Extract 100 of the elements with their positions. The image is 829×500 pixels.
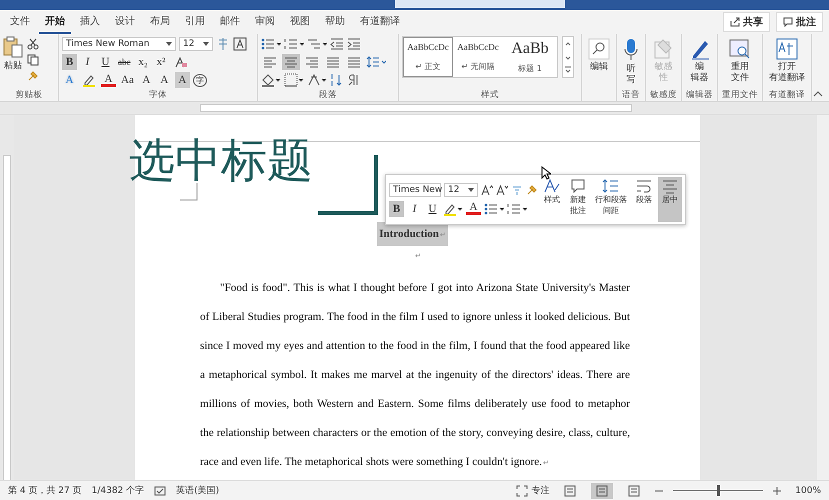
numbering-icon[interactable] (284, 37, 304, 51)
new-comment-button[interactable]: 新建 批注 (566, 177, 590, 222)
ribbon-tab[interactable]: 布局 (144, 10, 176, 34)
bold-button[interactable]: B (62, 54, 77, 70)
center-button[interactable]: 居中 (658, 177, 682, 222)
asian-layout-icon[interactable] (307, 73, 327, 87)
editor-button[interactable]: 编 辑器 (686, 36, 712, 86)
copy-icon[interactable] (27, 54, 39, 66)
character-border-icon[interactable] (233, 37, 247, 51)
paste-button[interactable]: 粘贴 (3, 36, 23, 72)
style-option[interactable]: AaBb 标题 1 (503, 37, 557, 77)
line-spacing-button[interactable]: 行和段落 间距 (592, 177, 630, 222)
font-size-dropdown[interactable]: 12 (179, 37, 213, 51)
share-icon (730, 17, 740, 27)
comments-button[interactable]: 批注 (776, 12, 823, 32)
grow-font-button[interactable]: A (138, 72, 154, 88)
group-label: 重用文件 (722, 89, 758, 101)
format-painter-icon[interactable] (27, 70, 39, 82)
zoom-level[interactable]: 100% (795, 486, 821, 496)
group-label: 段落 (319, 89, 337, 101)
paragraph-button[interactable]: 段落 (632, 177, 656, 222)
font-name-dropdown[interactable]: Times New Roman (62, 37, 176, 51)
style-option[interactable]: AaBbCcDc ↵ 正文 (403, 37, 453, 77)
decrease-indent-icon[interactable] (330, 37, 344, 51)
style-name: ↵ 无间隔 (461, 61, 495, 72)
shrink-font-button[interactable]: A (156, 72, 172, 88)
font-name-dropdown[interactable]: Times New (389, 182, 441, 196)
reuse-files-button[interactable]: 重用 文件 (727, 36, 753, 86)
subscript-button[interactable]: x₂ (136, 54, 150, 70)
group-label: 编辑器 (686, 89, 713, 101)
highlighter-icon[interactable] (443, 202, 463, 216)
group-label: 样式 (481, 89, 499, 101)
focus-button[interactable]: 专注 (516, 484, 550, 497)
zoom-in-icon[interactable] (773, 486, 782, 494)
group-label: 有道翻译 (769, 89, 805, 101)
style-option[interactable]: AaBbCcDc ↵ 无间隔 (453, 37, 503, 77)
document-search-icon (729, 38, 751, 60)
underline-button[interactable]: U (425, 200, 440, 216)
editing-button[interactable]: 编辑 (586, 36, 612, 75)
align-center-icon[interactable] (282, 54, 300, 70)
annotation-bracket (318, 155, 380, 215)
font-color-button[interactable]: A (101, 74, 116, 86)
change-case-button[interactable]: Aa (119, 72, 136, 88)
numbering-icon[interactable] (507, 202, 527, 216)
style-sample: AaBbCcDc (457, 42, 499, 52)
underline-button[interactable]: U (98, 54, 113, 70)
group-label: 敏感度 (650, 89, 677, 101)
ribbon-tab[interactable]: 插入 (74, 10, 106, 34)
line-spacing-icon[interactable] (366, 55, 386, 69)
collapse-ribbon-icon[interactable] (813, 91, 823, 97)
shading-icon[interactable] (261, 73, 281, 87)
sort-icon[interactable] (330, 73, 344, 87)
ribbon-tab[interactable]: 视图 (284, 10, 316, 34)
group-label: 剪贴板 (16, 89, 42, 101)
language-indicator[interactable]: 英语(美国) (176, 484, 220, 497)
translate-button[interactable]: 打开 有道翻译 (767, 36, 807, 86)
text-effects-button[interactable]: A (62, 72, 77, 88)
ribbon-tab[interactable]: 帮助 (319, 10, 351, 34)
styles-icon (543, 178, 561, 194)
bullets-icon[interactable] (261, 37, 281, 51)
grow-font-icon[interactable] (481, 184, 493, 196)
font-size-dropdown[interactable]: 12 (444, 182, 478, 196)
styles-button[interactable]: 样式 (540, 177, 564, 222)
ribbon-tab[interactable]: 设计 (109, 10, 141, 34)
enclose-character-button[interactable]: 字 (192, 74, 207, 86)
italic-button[interactable]: I (407, 200, 422, 216)
borders-icon[interactable] (284, 73, 304, 87)
comment-icon (783, 17, 793, 27)
annotation-title: 选中标题 (129, 137, 313, 183)
ribbon-tab[interactable]: 邮件 (214, 10, 246, 34)
italic-button[interactable]: I (80, 54, 95, 70)
margin-corner-mark (180, 183, 198, 201)
gallery-scrollbar[interactable] (562, 36, 574, 78)
ribbon-tab[interactable]: 引用 (179, 10, 211, 34)
focus-icon (516, 484, 528, 496)
multilevel-list-icon[interactable] (307, 37, 327, 51)
proofing-icon[interactable] (154, 486, 166, 496)
strikethrough-button[interactable]: abc (116, 54, 132, 70)
character-shading-button[interactable]: A (174, 72, 190, 88)
share-button[interactable]: 共享 (723, 12, 770, 32)
superscript-button[interactable]: x² (154, 54, 168, 70)
word-count[interactable]: 1/4382 个字 (92, 484, 144, 497)
font-color-button[interactable]: A (466, 202, 481, 215)
style-name: ↵ 正文 (415, 61, 441, 72)
format-painter-icon[interactable] (526, 184, 538, 196)
bullets-icon[interactable] (484, 202, 504, 216)
dictate-button[interactable]: 听 写 (621, 36, 641, 88)
scissors-icon[interactable] (27, 38, 39, 50)
increase-indent-icon[interactable] (347, 37, 361, 51)
align-center-icon (661, 178, 679, 194)
ribbon-tab[interactable]: 文件 (4, 10, 36, 34)
zoom-thumb[interactable] (717, 484, 720, 496)
caret-icon (203, 42, 209, 46)
ribbon-tab[interactable]: 审阅 (249, 10, 281, 34)
ribbon-tab[interactable]: 有道翻译 (354, 10, 406, 34)
shrink-font-icon[interactable] (496, 184, 508, 196)
page-count[interactable]: 第 4 页，共 27 页 (8, 484, 82, 497)
bold-button[interactable]: B (389, 200, 404, 216)
group-label: 语音 (622, 89, 640, 101)
print-layout-icon[interactable] (591, 482, 614, 498)
